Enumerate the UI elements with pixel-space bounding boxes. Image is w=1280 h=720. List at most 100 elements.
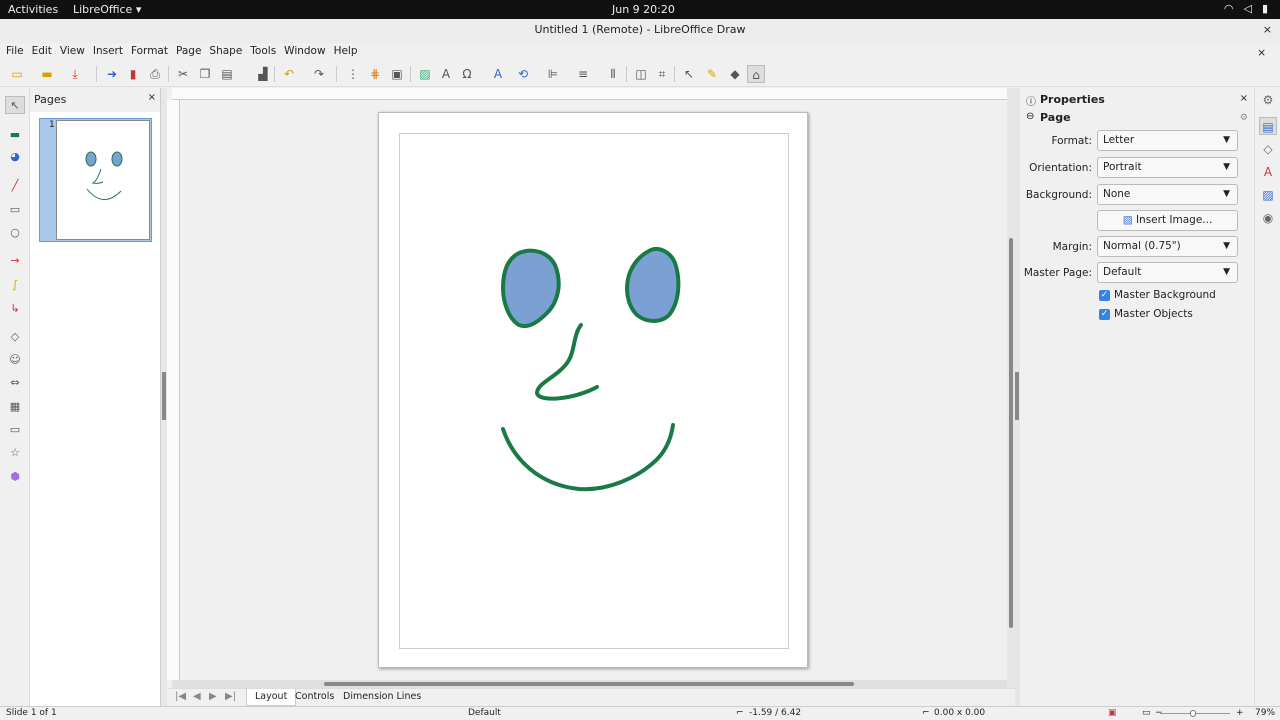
menu-window[interactable]: Window bbox=[280, 43, 329, 61]
navigator-deck-icon[interactable]: ◉ bbox=[1259, 209, 1277, 227]
horizontal-scrollbar[interactable] bbox=[172, 680, 1007, 688]
master-page-dropdown[interactable]: Default ▼ bbox=[1097, 262, 1238, 283]
close-pages-panel-button[interactable]: × bbox=[148, 92, 156, 103]
zoom-pan-icon[interactable]: ▣ bbox=[388, 65, 406, 83]
tab-controls[interactable]: Controls bbox=[287, 689, 342, 706]
stars-icon[interactable]: ☆ bbox=[5, 444, 25, 462]
fit-page-icon[interactable]: ▭ bbox=[1142, 708, 1151, 718]
zoom-level[interactable]: 79% bbox=[1255, 708, 1275, 718]
close-window-button[interactable]: × bbox=[1263, 19, 1272, 41]
close-sidebar-icon[interactable]: × bbox=[1240, 93, 1248, 104]
block-arrows-icon[interactable]: ⇔ bbox=[5, 374, 25, 392]
fill-color-icon[interactable]: ◕ bbox=[5, 148, 25, 166]
symbol-shapes-icon[interactable]: ☺ bbox=[5, 351, 25, 369]
line-color-icon[interactable]: ▬ bbox=[5, 126, 25, 144]
ellipse-tool-icon[interactable]: ○ bbox=[5, 224, 25, 242]
left-eye-shape[interactable] bbox=[500, 248, 561, 328]
arrow-line-icon[interactable]: → bbox=[5, 252, 25, 270]
menu-file[interactable]: File bbox=[2, 43, 28, 61]
paste-icon[interactable]: ▤ bbox=[218, 65, 236, 83]
vertical-scroll-thumb[interactable] bbox=[1009, 238, 1013, 628]
menu-page[interactable]: Page bbox=[172, 43, 205, 61]
helplines-icon[interactable]: ⋕ bbox=[366, 65, 384, 83]
clock[interactable]: Jun 9 20:20 bbox=[612, 3, 675, 16]
export-pdf-icon[interactable]: ▮ bbox=[124, 65, 142, 83]
properties-deck-icon[interactable]: ▤ bbox=[1259, 117, 1277, 135]
background-dropdown[interactable]: None ▼ bbox=[1097, 184, 1238, 205]
vertical-ruler[interactable] bbox=[167, 100, 180, 680]
mouth-curve[interactable] bbox=[501, 423, 675, 492]
toggle-extrusion-icon[interactable]: ◆ bbox=[726, 65, 744, 83]
fontwork-icon[interactable]: A bbox=[489, 65, 507, 83]
basic-shapes-icon[interactable]: ◇ bbox=[5, 328, 25, 346]
crop-icon[interactable]: ⌗ bbox=[653, 65, 671, 83]
activities-button[interactable]: Activities bbox=[8, 3, 58, 16]
points-icon[interactable]: ↖ bbox=[680, 65, 698, 83]
nose-line[interactable] bbox=[534, 323, 599, 401]
insert-image-button[interactable]: ▨ Insert Image... bbox=[1097, 210, 1238, 231]
transformations-icon[interactable]: ⟲ bbox=[514, 65, 532, 83]
zoom-slider-handle[interactable] bbox=[1190, 710, 1196, 717]
horizontal-ruler[interactable] bbox=[172, 88, 1007, 100]
system-tray[interactable]: ◠ ◁ ▮ bbox=[1224, 2, 1268, 15]
face-drawing[interactable] bbox=[379, 113, 809, 669]
format-dropdown[interactable]: Letter ▼ bbox=[1097, 130, 1238, 151]
vertical-scrollbar[interactable] bbox=[1007, 88, 1015, 688]
menu-format[interactable]: Format bbox=[127, 43, 172, 61]
drawing-page[interactable] bbox=[378, 112, 808, 668]
menu-help[interactable]: Help bbox=[330, 43, 362, 61]
right-eye-shape[interactable] bbox=[625, 246, 681, 323]
callouts-icon[interactable]: ▭ bbox=[5, 421, 25, 439]
line-tool-icon[interactable]: ╱ bbox=[5, 177, 25, 195]
print-icon[interactable]: ⎙ bbox=[146, 65, 164, 83]
select-tool-icon[interactable]: ↖ bbox=[5, 96, 25, 114]
redo-icon[interactable]: ↷ bbox=[310, 65, 328, 83]
document-modified-icon[interactable]: ▣ bbox=[1108, 708, 1117, 718]
collapse-section-icon[interactable]: ⊖ bbox=[1026, 111, 1034, 122]
undo-icon[interactable]: ↶ bbox=[280, 65, 298, 83]
arrange-icon[interactable]: ≡ bbox=[574, 65, 592, 83]
gallery-deck-icon[interactable]: ▨ bbox=[1259, 186, 1277, 204]
3d-objects-icon[interactable]: ⬢ bbox=[5, 468, 25, 486]
connector-tool-icon[interactable]: ↳ bbox=[5, 300, 25, 318]
special-character-icon[interactable]: Ω bbox=[458, 65, 476, 83]
zoom-in-icon[interactable]: + bbox=[1236, 708, 1244, 718]
insert-image-icon[interactable]: ▨ bbox=[416, 65, 434, 83]
menu-shape[interactable]: Shape bbox=[205, 43, 246, 61]
glue-points-icon[interactable]: ✎ bbox=[703, 65, 721, 83]
shapes-deck-icon[interactable]: ◇ bbox=[1259, 140, 1277, 158]
menu-edit[interactable]: Edit bbox=[28, 43, 56, 61]
last-tab-icon[interactable]: ▶| bbox=[225, 691, 236, 702]
rectangle-tool-icon[interactable]: ▭ bbox=[5, 201, 25, 219]
sidebar-splitter-grip[interactable] bbox=[1015, 372, 1019, 420]
splitter-grip[interactable] bbox=[162, 372, 166, 420]
page-thumbnail[interactable] bbox=[56, 120, 150, 240]
new-document-icon[interactable]: ▭ bbox=[8, 65, 26, 83]
prev-tab-icon[interactable]: ◀ bbox=[193, 691, 201, 702]
margin-dropdown[interactable]: Normal (0.75") ▼ bbox=[1097, 236, 1238, 257]
gear-icon[interactable]: ⚙ bbox=[1259, 91, 1277, 109]
menu-insert[interactable]: Insert bbox=[89, 43, 127, 61]
app-menu-button[interactable]: LibreOffice ▾ bbox=[73, 3, 141, 16]
distribute-icon[interactable]: ⫴ bbox=[604, 65, 622, 83]
open-folder-icon[interactable]: ▬ bbox=[38, 65, 56, 83]
master-background-checkbox[interactable]: ✓ bbox=[1099, 290, 1110, 301]
next-tab-icon[interactable]: ▶ bbox=[209, 691, 217, 702]
menu-tools[interactable]: Tools bbox=[246, 43, 280, 61]
orientation-dropdown[interactable]: Portrait ▼ bbox=[1097, 157, 1238, 178]
copy-icon[interactable]: ❐ bbox=[196, 65, 214, 83]
tab-dimension-lines[interactable]: Dimension Lines bbox=[335, 689, 429, 706]
align-icon[interactable]: ⊫ bbox=[544, 65, 562, 83]
styles-deck-icon[interactable]: A bbox=[1259, 163, 1277, 181]
horizontal-scroll-thumb[interactable] bbox=[324, 682, 854, 686]
menu-view[interactable]: View bbox=[56, 43, 89, 61]
first-tab-icon[interactable]: |◀ bbox=[175, 691, 186, 702]
cut-icon[interactable]: ✂ bbox=[174, 65, 192, 83]
flowchart-icon[interactable]: ▦ bbox=[5, 398, 25, 416]
show-draw-functions-icon[interactable]: ⌂ bbox=[747, 65, 765, 83]
more-options-icon[interactable]: ⚙ bbox=[1240, 113, 1248, 123]
save-icon[interactable]: ⤓ bbox=[66, 65, 84, 83]
insert-textbox-icon[interactable]: A bbox=[437, 65, 455, 83]
export-icon[interactable]: ➜ bbox=[103, 65, 121, 83]
close-document-button[interactable]: × bbox=[1253, 45, 1270, 61]
